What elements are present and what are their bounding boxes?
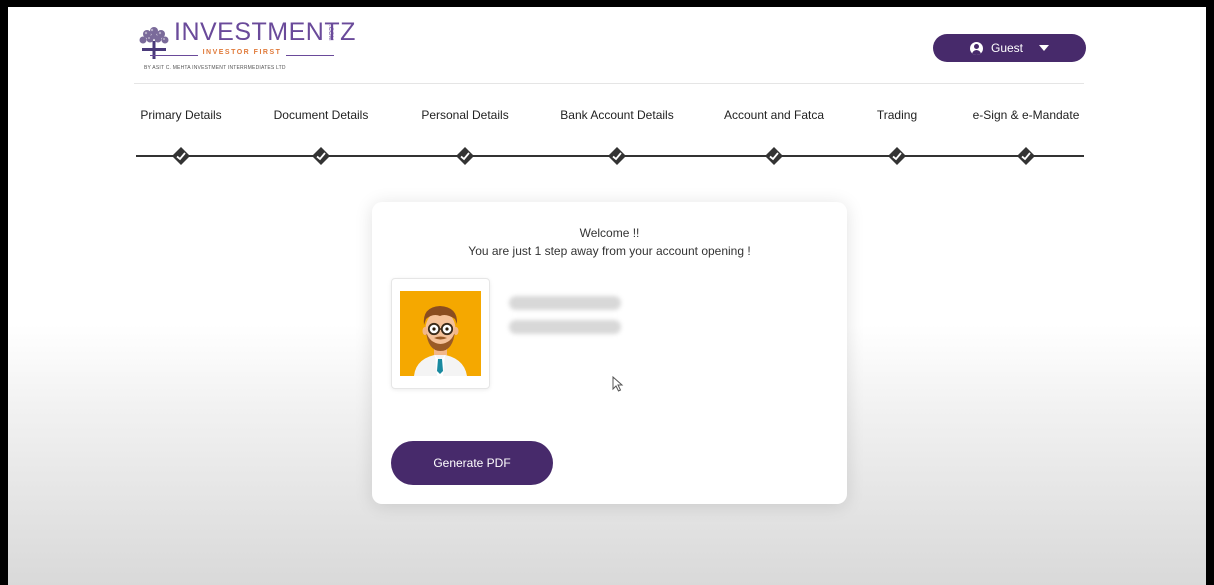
step-label-primary-details: Primary Details bbox=[140, 108, 222, 122]
step-check-icon[interactable] bbox=[171, 146, 191, 166]
generate-pdf-button[interactable]: Generate PDF bbox=[391, 441, 553, 485]
logo-suffix: .COM bbox=[327, 25, 333, 41]
step-check-icon[interactable] bbox=[607, 146, 627, 166]
welcome-card: Welcome !! You are just 1 step away from… bbox=[372, 202, 847, 504]
tagline-rule-left bbox=[150, 55, 198, 56]
step-label-personal-details: Personal Details bbox=[421, 108, 509, 122]
step-check-icon[interactable] bbox=[887, 146, 907, 166]
welcome-title: Welcome !! bbox=[579, 226, 640, 240]
tagline-rule-right bbox=[286, 55, 334, 56]
guest-menu-button[interactable]: Guest bbox=[933, 34, 1086, 62]
logo-tagline: INVESTOR FIRST bbox=[202, 49, 282, 56]
step-label-account-and-fatca: Account and Fatca bbox=[723, 108, 825, 122]
app-viewport: INVESTMENTZ .COM INVESTOR FIRST BY ASIT … bbox=[8, 7, 1206, 585]
step-check-icon[interactable] bbox=[764, 146, 784, 166]
user-circle-icon bbox=[969, 41, 983, 55]
blurred-detail-line bbox=[509, 320, 621, 334]
guest-label: Guest bbox=[990, 41, 1023, 55]
welcome-subtitle: You are just 1 step away from your accou… bbox=[468, 244, 751, 258]
mouse-pointer-icon bbox=[612, 376, 624, 392]
caret-down-icon bbox=[1039, 45, 1049, 51]
step-check-icon[interactable] bbox=[311, 146, 331, 166]
step-label-document-details: Document Details bbox=[273, 108, 369, 122]
logo-subline: BY ASIT C. MEHTA INVESTMENT INTERRMEDIAT… bbox=[144, 65, 286, 71]
header-divider bbox=[134, 83, 1084, 84]
avatar-icon bbox=[400, 291, 481, 376]
step-check-icon[interactable] bbox=[455, 146, 475, 166]
avatar-photo-frame bbox=[391, 278, 490, 389]
step-check-icon[interactable] bbox=[1016, 146, 1036, 166]
step-label-esign-emandate: e-Sign & e-Mandate bbox=[972, 108, 1080, 122]
brand-logo[interactable]: INVESTMENTZ .COM INVESTOR FIRST BY ASIT … bbox=[134, 18, 355, 79]
blurred-name-line bbox=[509, 296, 621, 310]
step-label-trading: Trading bbox=[876, 108, 918, 122]
step-label-bank-account-details: Bank Account Details bbox=[560, 108, 674, 122]
logo-tagline-row: INVESTOR FIRST bbox=[150, 49, 334, 61]
